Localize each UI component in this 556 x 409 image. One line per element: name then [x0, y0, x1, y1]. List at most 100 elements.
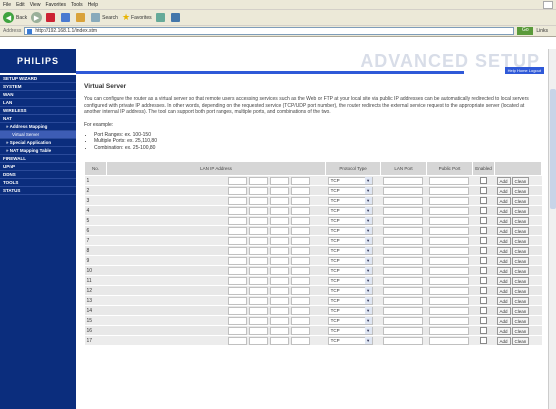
public-port-input[interactable] — [428, 196, 469, 205]
menu-file[interactable]: File — [3, 2, 11, 8]
ip-octet-input[interactable] — [248, 326, 268, 335]
protocol-select[interactable]: TCP ▼ — [327, 256, 373, 265]
scrollbar-thumb[interactable] — [550, 89, 556, 209]
enabled-checkbox[interactable] — [480, 197, 488, 204]
ip-octet-input[interactable] — [227, 216, 247, 225]
ip-octet-input[interactable] — [248, 186, 268, 195]
address-input[interactable]: http://192.168.1.1/index.stm — [24, 27, 515, 35]
enabled-checkbox[interactable] — [480, 267, 488, 274]
sidebar-item-nat[interactable]: NAT — [0, 115, 76, 123]
menu-tools[interactable]: Tools — [71, 2, 83, 8]
clean-button[interactable]: Clean — [511, 276, 530, 285]
clean-button[interactable]: Clean — [511, 286, 530, 295]
ip-octet-input[interactable] — [290, 336, 310, 345]
add-button[interactable]: Add — [496, 336, 511, 345]
enabled-checkbox[interactable] — [480, 327, 488, 334]
ip-octet-input[interactable] — [227, 266, 247, 275]
ip-octet-input[interactable] — [227, 246, 247, 255]
ip-octet-input[interactable] — [269, 216, 289, 225]
add-button[interactable]: Add — [496, 266, 511, 275]
sidebar-item-system[interactable]: SYSTEM — [0, 83, 76, 91]
ip-octet-input[interactable] — [227, 276, 247, 285]
enabled-checkbox[interactable] — [480, 247, 488, 254]
protocol-select[interactable]: TCP ▼ — [327, 286, 373, 295]
enabled-checkbox[interactable] — [480, 237, 488, 244]
ip-octet-input[interactable] — [227, 186, 247, 195]
ip-octet-input[interactable] — [269, 256, 289, 265]
enabled-checkbox[interactable] — [480, 227, 488, 234]
add-button[interactable]: Add — [496, 276, 511, 285]
add-button[interactable]: Add — [496, 326, 511, 335]
sidebar-item-virtual-server[interactable]: Virtual Server — [0, 131, 76, 139]
menu-view[interactable]: View — [30, 2, 41, 8]
refresh-button[interactable] — [61, 13, 72, 22]
ip-octet-input[interactable] — [248, 316, 268, 325]
sidebar-item-lan[interactable]: LAN — [0, 99, 76, 107]
ip-octet-input[interactable] — [269, 296, 289, 305]
go-button[interactable]: Go — [517, 27, 534, 35]
ip-octet-input[interactable] — [290, 276, 310, 285]
enabled-checkbox[interactable] — [480, 337, 488, 344]
ip-octet-input[interactable] — [269, 236, 289, 245]
ip-octet-input[interactable] — [248, 236, 268, 245]
enabled-checkbox[interactable] — [480, 257, 488, 264]
public-port-input[interactable] — [428, 186, 469, 195]
ip-octet-input[interactable] — [290, 196, 310, 205]
public-port-input[interactable] — [428, 276, 469, 285]
ip-octet-input[interactable] — [290, 246, 310, 255]
menu-favorites[interactable]: Favorites — [45, 2, 66, 8]
clean-button[interactable]: Clean — [511, 246, 530, 255]
favorites-button[interactable]: ★ Favorites — [122, 12, 152, 23]
add-button[interactable]: Add — [496, 176, 511, 185]
add-button[interactable]: Add — [496, 206, 511, 215]
lan-port-input[interactable] — [382, 326, 423, 335]
protocol-select[interactable]: TCP ▼ — [327, 246, 373, 255]
lan-port-input[interactable] — [382, 226, 423, 235]
top-nav-links[interactable]: Help Home Logout — [504, 67, 544, 74]
lan-port-input[interactable] — [382, 286, 423, 295]
ip-octet-input[interactable] — [248, 226, 268, 235]
lan-port-input[interactable] — [382, 216, 423, 225]
protocol-select[interactable]: TCP ▼ — [327, 196, 373, 205]
ip-octet-input[interactable] — [248, 176, 268, 185]
enabled-checkbox[interactable] — [480, 317, 488, 324]
ip-octet-input[interactable] — [227, 286, 247, 295]
ip-octet-input[interactable] — [248, 306, 268, 315]
ip-octet-input[interactable] — [269, 306, 289, 315]
home-button[interactable] — [76, 13, 87, 22]
protocol-select[interactable]: TCP ▼ — [327, 206, 373, 215]
add-button[interactable]: Add — [496, 286, 511, 295]
ip-octet-input[interactable] — [290, 256, 310, 265]
forward-button[interactable]: ▶ — [31, 12, 43, 23]
protocol-select[interactable]: TCP ▼ — [327, 306, 373, 315]
ip-octet-input[interactable] — [290, 206, 310, 215]
sidebar-item-special-application[interactable]: » Special Application — [0, 139, 76, 147]
clean-button[interactable]: Clean — [511, 266, 530, 275]
ip-octet-input[interactable] — [227, 176, 247, 185]
add-button[interactable]: Add — [496, 316, 511, 325]
ip-octet-input[interactable] — [227, 196, 247, 205]
lan-port-input[interactable] — [382, 186, 423, 195]
ip-octet-input[interactable] — [269, 246, 289, 255]
public-port-input[interactable] — [428, 246, 469, 255]
clean-button[interactable]: Clean — [511, 196, 530, 205]
protocol-select[interactable]: TCP ▼ — [327, 326, 373, 335]
public-port-input[interactable] — [428, 296, 469, 305]
ip-octet-input[interactable] — [248, 296, 268, 305]
ip-octet-input[interactable] — [269, 276, 289, 285]
add-button[interactable]: Add — [496, 186, 511, 195]
ip-octet-input[interactable] — [290, 216, 310, 225]
clean-button[interactable]: Clean — [511, 336, 530, 345]
lan-port-input[interactable] — [382, 196, 423, 205]
public-port-input[interactable] — [428, 206, 469, 215]
sidebar-item-tools[interactable]: TOOLS — [0, 179, 76, 187]
ip-octet-input[interactable] — [269, 186, 289, 195]
clean-button[interactable]: Clean — [511, 226, 530, 235]
search-button[interactable]: Search — [91, 13, 118, 22]
enabled-checkbox[interactable] — [480, 287, 488, 294]
ip-octet-input[interactable] — [227, 326, 247, 335]
ip-octet-input[interactable] — [227, 336, 247, 345]
add-button[interactable]: Add — [496, 196, 511, 205]
lan-port-input[interactable] — [382, 256, 423, 265]
mail-button[interactable] — [170, 13, 182, 22]
